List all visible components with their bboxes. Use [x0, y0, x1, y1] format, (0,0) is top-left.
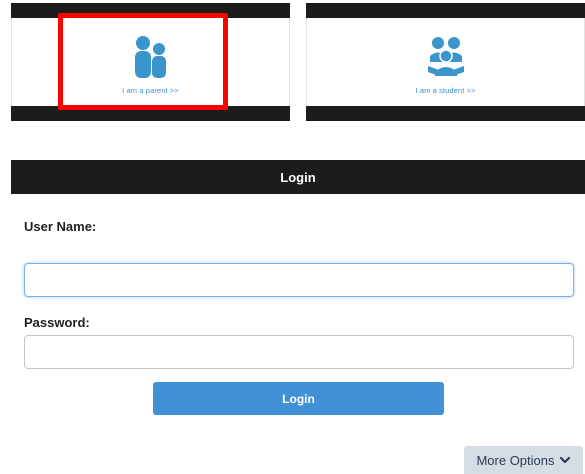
more-options-button[interactable]: More Options: [464, 446, 583, 474]
student-group-icon: [427, 36, 464, 76]
password-input[interactable]: [24, 335, 574, 369]
parent-users-icon: [134, 35, 166, 78]
card-top-band: [306, 3, 585, 18]
parent-role-link-area[interactable]: I am a parent >>: [11, 18, 290, 106]
card-top-band: [11, 3, 290, 18]
student-role-link[interactable]: I am a student >>: [415, 86, 475, 95]
username-label: User Name:: [24, 219, 97, 234]
more-options-label: More Options: [476, 452, 555, 468]
chevron-down-icon: [559, 456, 570, 464]
student-role-card: I am a student >>: [306, 3, 585, 121]
card-bottom-band: [11, 106, 290, 121]
username-input[interactable]: [24, 263, 574, 297]
parent-role-link[interactable]: I am a parent >>: [122, 86, 179, 95]
parent-role-card: I am a parent >>: [11, 3, 290, 121]
card-bottom-band: [306, 106, 585, 121]
login-header: Login: [11, 160, 585, 194]
password-label: Password:: [24, 315, 90, 330]
student-role-link-area[interactable]: I am a student >>: [306, 18, 585, 106]
login-button[interactable]: Login: [153, 382, 444, 415]
